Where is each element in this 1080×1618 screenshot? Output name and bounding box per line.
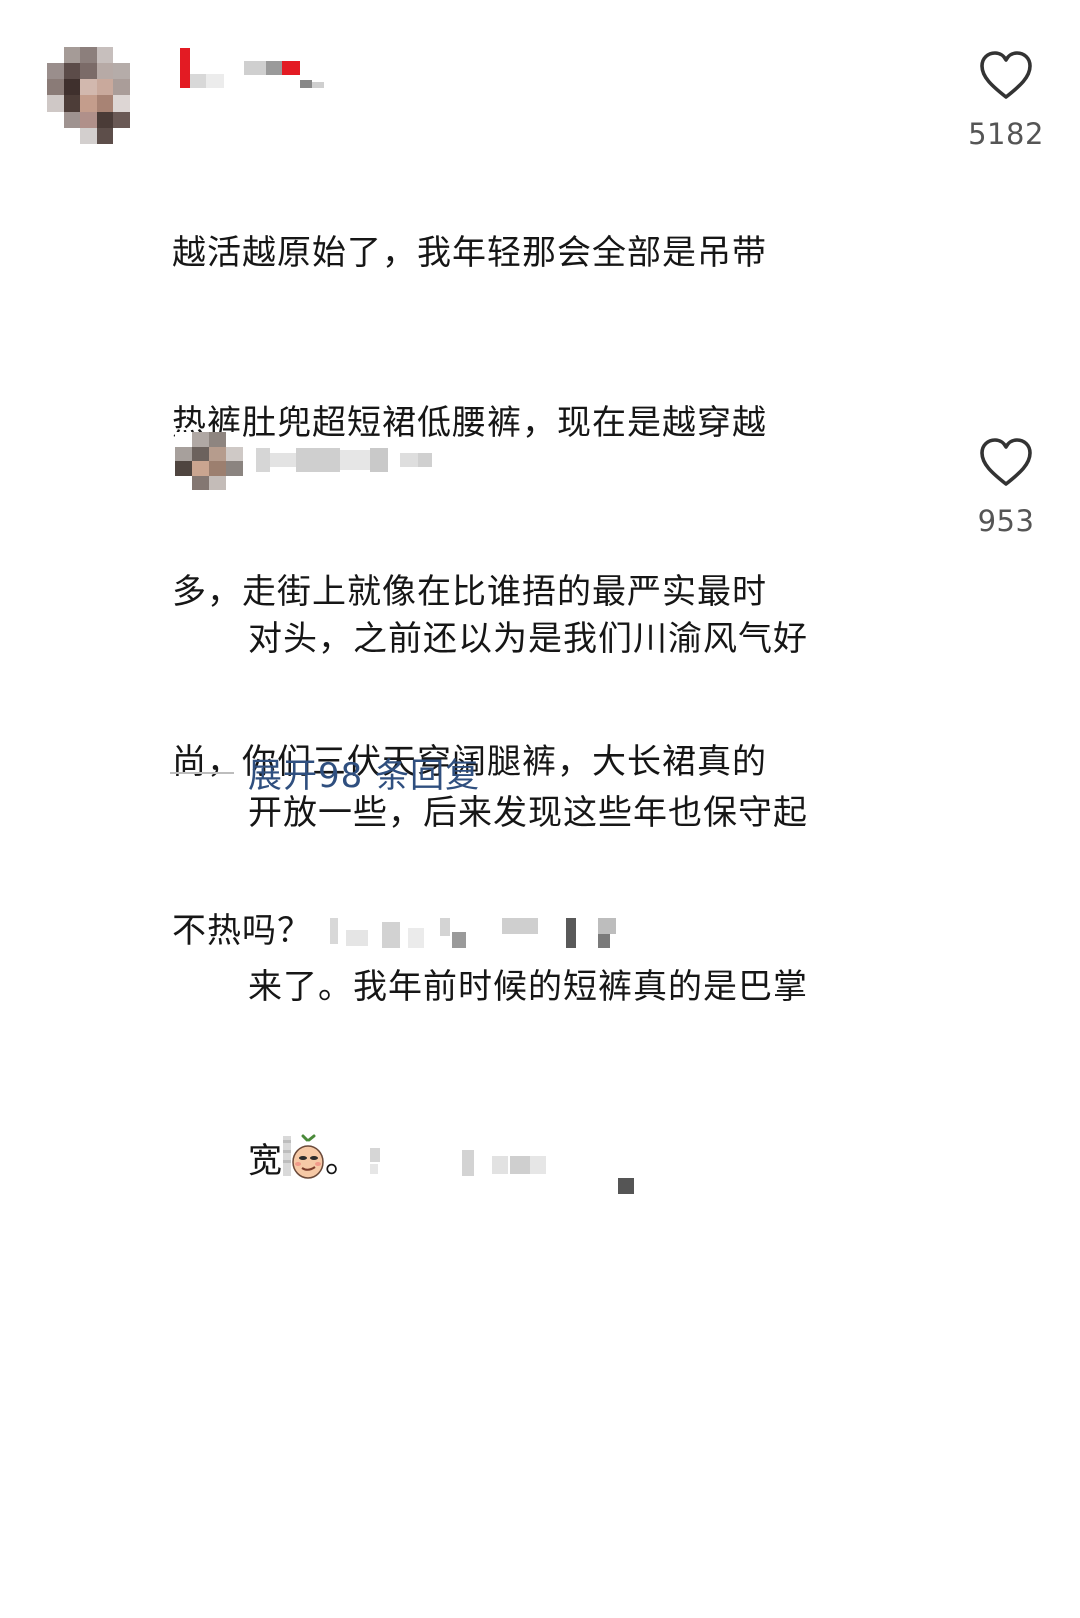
reply-like-count: 953: [977, 504, 1035, 538]
avatar[interactable]: [47, 47, 130, 144]
like-count: 5182: [968, 117, 1044, 151]
reply-text: 对头，之前还以为是我们川渝风气好 开放一些，后来发现这些年也保守起 来了。我年前…: [248, 494, 948, 1306]
reply-line: 宽: [248, 1141, 283, 1181]
reply-username-redacted[interactable]: [256, 440, 432, 480]
expand-replies-label[interactable]: 展开98 条回复: [248, 748, 480, 797]
reply-like-button[interactable]: 953: [961, 436, 1051, 538]
reply-line: 来了。我年前时候的短裤真的是巴掌: [248, 967, 808, 1007]
redacted-mosaic: [360, 1147, 640, 1194]
reply-avatar[interactable]: [175, 432, 243, 490]
like-button[interactable]: 5182: [961, 49, 1051, 151]
heart-outline-icon: [980, 51, 1032, 99]
smirk-face-emoji: [283, 1134, 324, 1179]
username-redacted[interactable]: [180, 48, 324, 88]
reply-line: 对头，之前还以为是我们川渝风气好: [248, 619, 808, 659]
reply-line-last: 宽 。: [248, 1132, 948, 1194]
reply-tail: 。: [325, 1141, 360, 1181]
expand-replies[interactable]: 展开98 条回复: [170, 748, 480, 797]
comment-line: 越活越原始了，我年轻那会全部是吊带: [172, 233, 767, 273]
heart-outline-icon: [980, 438, 1032, 486]
expand-divider: [170, 771, 234, 774]
